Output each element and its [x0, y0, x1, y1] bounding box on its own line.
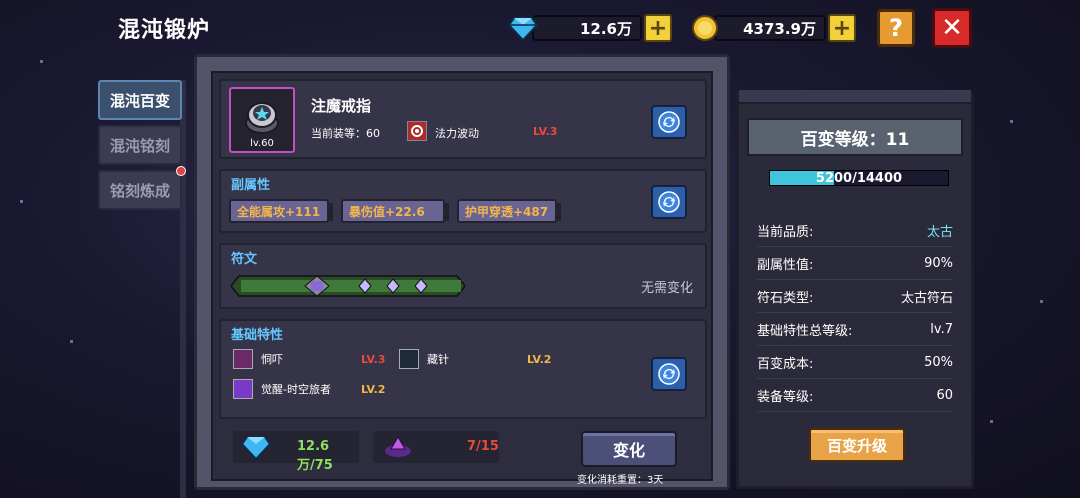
level-progress-text: 5200/14400: [815, 171, 903, 186]
refresh-icon: [658, 191, 680, 213]
stat-value: 90%: [924, 255, 953, 271]
section-label: 基础特性: [231, 328, 284, 343]
tab-chaos-engrave[interactable]: 混沌铭刻: [98, 125, 182, 165]
gold-count: 4373.9万: [714, 15, 826, 41]
tab-label: 混沌百变: [109, 91, 170, 110]
sub-attribute-chip: 护甲穿透+487: [457, 199, 561, 223]
base-trait-section: 基础特性 恫吓 LV.3 藏针 LV.2 觉醒-时空旅者 LV.2: [219, 319, 707, 419]
gold-coin-icon: [692, 15, 718, 41]
purple-fragment-icon: [385, 436, 411, 457]
tab-label: 混沌铭刻: [109, 136, 170, 155]
equip-level: 当前装等：60: [311, 127, 380, 140]
trait-level: LV.3: [361, 353, 386, 366]
stat-row: 基础特性总等级: lv.7: [757, 313, 953, 346]
gem-cost: 12.6万/75: [297, 439, 333, 473]
stat-row: 装备等级: 60: [757, 379, 953, 412]
reroll-sub-attribute-button[interactable]: [651, 185, 687, 219]
stats-list: 当前品质: 太古 副属性值: 90% 符石类型: 太古符石 基础特性总等级: l…: [757, 214, 953, 412]
rune-status: 无需变化: [640, 281, 693, 296]
fragment-cost-box: 7/15: [373, 431, 499, 463]
item-name: 注魔戒指: [311, 97, 372, 115]
add-gems-button[interactable]: +: [644, 14, 672, 42]
rune-section: 符文 无需变化: [219, 243, 707, 309]
rune-slot-bar: [231, 275, 465, 297]
stat-value: 太古: [926, 224, 953, 240]
forge-panel-inner: lv.60 注魔戒指 当前装等：60 法力波动 LV.3 副属性 全能属攻+11…: [211, 71, 713, 486]
stat-row: 符石类型: 太古符石: [757, 280, 953, 313]
stat-row: 副属性值: 90%: [757, 247, 953, 280]
close-button[interactable]: ✕: [932, 8, 972, 48]
trait-item: 觉醒-时空旅者: [233, 379, 331, 399]
sub-attribute-chip: 全能属攻+111: [229, 199, 333, 223]
trait-level: LV.2: [361, 383, 386, 396]
reroll-base-trait-button[interactable]: [651, 357, 687, 391]
tab-chaos-transform[interactable]: 混沌百变: [98, 80, 182, 120]
hidden-needle-icon: [399, 349, 419, 369]
tab-label: 铭刻炼成: [109, 181, 170, 200]
ring-icon: [245, 102, 279, 134]
gem-resource: 12.6万 +: [508, 13, 672, 43]
item-level: lv.60: [250, 138, 274, 149]
stat-value: 太古符石: [900, 290, 953, 306]
trait-item: 藏针: [399, 349, 449, 369]
panel-top-rail: [739, 90, 971, 104]
trait-name: 藏针: [427, 353, 449, 366]
cost-reset-note: 变化消耗重置：3天: [577, 475, 664, 486]
trait-item: 恫吓: [233, 349, 283, 369]
sub-attribute-section: 副属性 全能属攻+111 暴伤值+22.6 护甲穿透+487: [219, 169, 707, 233]
tab-engrave-forge[interactable]: 铭刻炼成: [98, 166, 186, 210]
add-gold-button[interactable]: +: [828, 14, 856, 42]
stat-label: 当前品质:: [757, 224, 814, 240]
refresh-icon: [658, 111, 680, 133]
stat-label: 副属性值:: [757, 257, 814, 273]
trait-level: LV.2: [527, 353, 552, 366]
item-section: lv.60 注魔戒指 当前装等：60 法力波动 LV.3: [219, 79, 707, 159]
notification-dot: [176, 166, 186, 176]
gold-resource: 4373.9万 +: [690, 13, 856, 43]
stat-value: 60: [936, 387, 953, 403]
help-button[interactable]: ?: [877, 9, 915, 47]
transform-upgrade-button[interactable]: 百变升级: [809, 428, 905, 462]
mana-wave-icon: [407, 121, 427, 141]
refresh-icon: [658, 363, 680, 385]
level-progress-bar: 5200/14400: [769, 170, 949, 186]
stat-row: 当前品质: 太古: [757, 214, 953, 247]
stat-value: lv.7: [930, 321, 953, 337]
diamond-icon: [241, 436, 271, 461]
trait-name: 恫吓: [261, 353, 283, 366]
sub-attribute-chip: 暴伤值+22.6: [341, 199, 449, 223]
time-traveler-icon: [233, 379, 253, 399]
item-skill-level: LV.3: [533, 125, 558, 138]
item-slot[interactable]: lv.60: [229, 87, 295, 153]
diamond-icon: [508, 17, 538, 42]
stat-label: 基础特性总等级:: [757, 323, 853, 339]
stat-label: 百变成本:: [757, 356, 814, 372]
gem-cost-box: 12.6万/75: [233, 431, 359, 473]
forge-panel: lv.60 注魔戒指 当前装等：60 法力波动 LV.3 副属性 全能属攻+11…: [194, 54, 730, 490]
side-tabs: 混沌百变 混沌铭刻 铭刻炼成: [98, 80, 186, 215]
stat-label: 符石类型:: [757, 290, 814, 306]
stat-label: 装备等级:: [757, 389, 814, 405]
section-label: 符文: [231, 252, 258, 267]
page-title: 混沌锻炉: [118, 18, 211, 43]
section-label: 副属性: [231, 178, 271, 193]
fragment-cost: 7/15: [467, 439, 499, 454]
item-skill-name: 法力波动: [435, 127, 479, 140]
reroll-item-button[interactable]: [651, 105, 687, 139]
stat-row: 百变成本: 50%: [757, 346, 953, 379]
transform-button[interactable]: 变化: [581, 431, 677, 467]
gem-count: 12.6万: [532, 15, 642, 41]
trait-name: 觉醒-时空旅者: [261, 383, 331, 396]
intimidate-icon: [233, 349, 253, 369]
stat-value: 50%: [924, 354, 953, 370]
transform-level-title: 百变等级：11: [747, 118, 963, 156]
transform-level-panel: 百变等级：11 5200/14400 当前品质: 太古 副属性值: 90% 符石…: [736, 90, 974, 489]
